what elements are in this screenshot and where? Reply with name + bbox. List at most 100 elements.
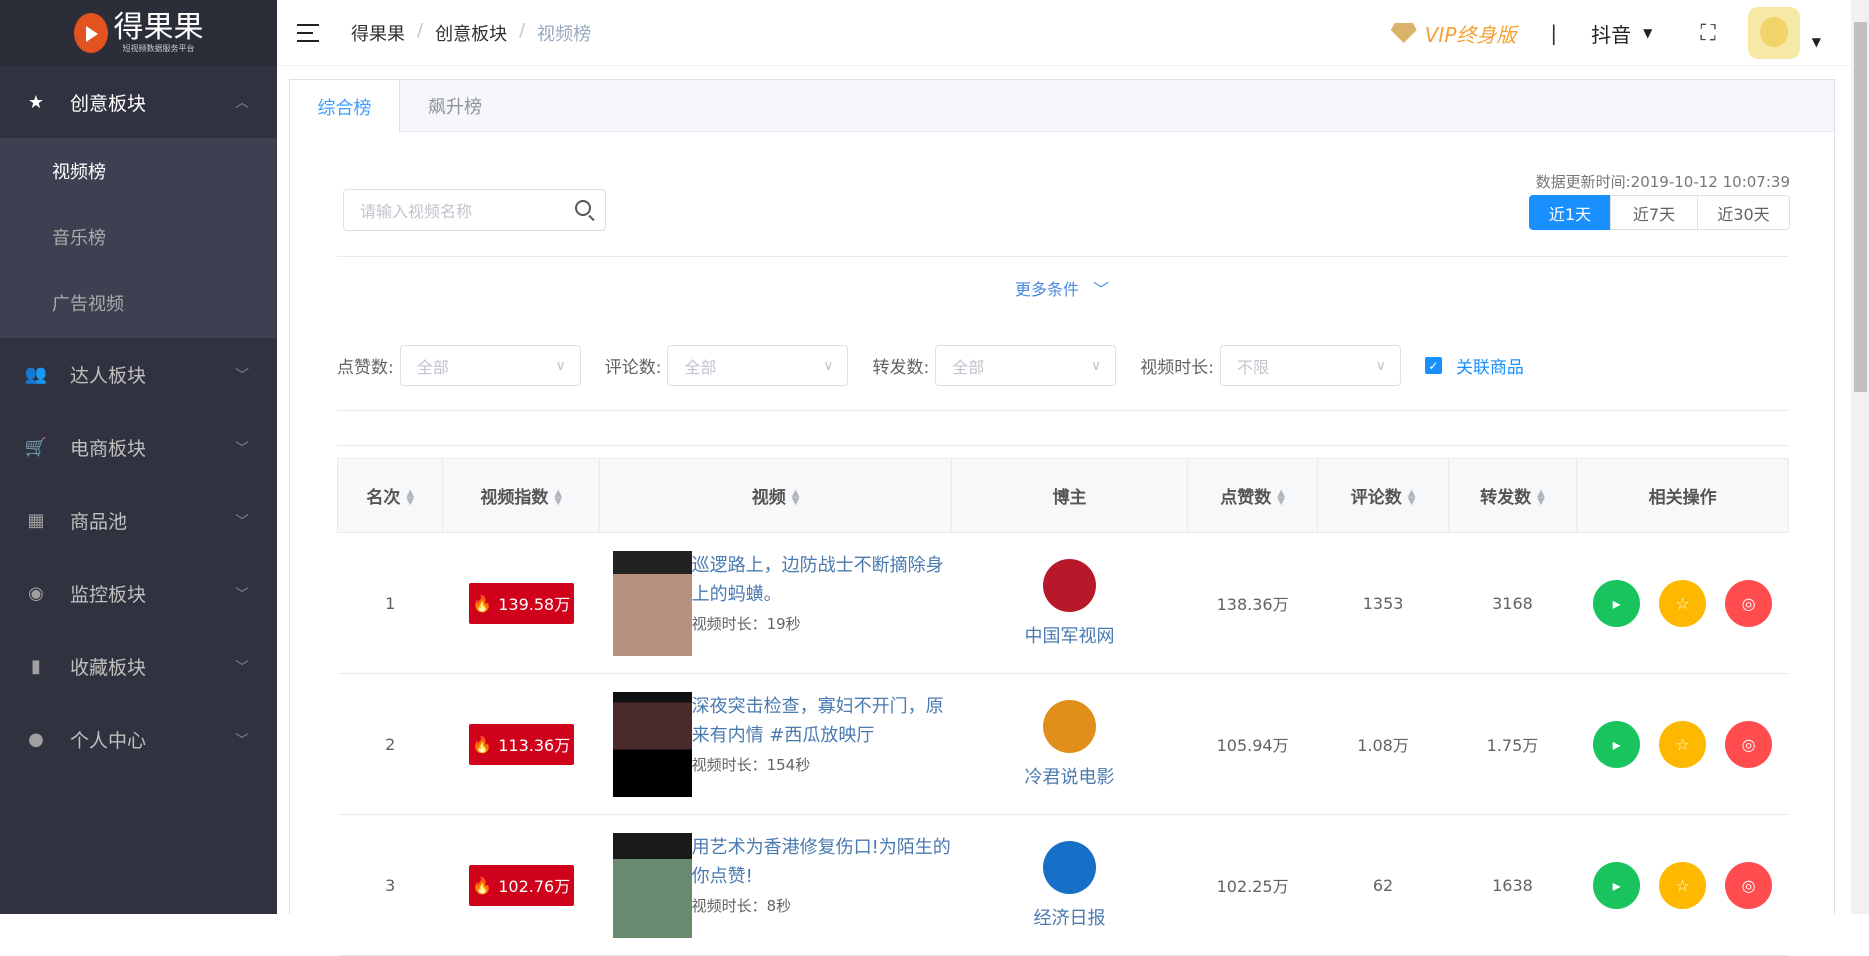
- table-row: 1 🔥 139.58万 巡逻路上，边防战士不断摘除身上的蚂蟥。 视频时长：19秒 中…: [337, 532, 1789, 674]
- logo[interactable]: 得果果 短视频数据服务平台: [0, 0, 277, 66]
- sidebar-group-profile[interactable]: ● 个人中心 ﹀: [0, 703, 277, 776]
- update-time: 数据更新时间:2019-10-12 10:07:39: [1535, 173, 1790, 191]
- video-title-link[interactable]: 用艺术为香港修复伤口!为陌生的你点赞!: [692, 833, 952, 891]
- related-goods-label[interactable]: 关联商品: [1456, 353, 1524, 378]
- range-1d-button[interactable]: 近1天: [1529, 195, 1611, 230]
- sidebar-group-favorites[interactable]: ▮ 收藏板块 ﹀: [0, 630, 277, 703]
- comments: 62: [1317, 814, 1449, 956]
- book-icon: ▮: [31, 656, 41, 677]
- col-likes[interactable]: 点赞数 ▲ ▼: [1186, 458, 1319, 533]
- star-icon: ☆: [1675, 875, 1690, 895]
- blogger-avatar[interactable]: [1042, 840, 1096, 894]
- rank: 3: [337, 814, 443, 956]
- shares: 1.75万: [1448, 673, 1577, 815]
- sort-icon: ▲ ▼: [1537, 488, 1545, 507]
- search-icon[interactable]: [575, 200, 591, 216]
- sidebar-group-creative[interactable]: ★ 创意板块 ︿: [0, 66, 277, 138]
- rank: 2: [337, 673, 443, 815]
- sort-icon: ▲ ▼: [791, 488, 800, 507]
- col-shares[interactable]: 转发数 ▲ ▼: [1447, 458, 1578, 533]
- sort-icon: ▲ ▼: [1277, 488, 1285, 507]
- col-index[interactable]: 视频指数 ▲ ▼: [442, 458, 601, 533]
- brand-tagline: 短视频数据服务平台: [122, 43, 195, 53]
- page-scrollbar[interactable]: [1851, 0, 1869, 914]
- menu-toggle-icon[interactable]: [297, 23, 319, 42]
- video-title-link[interactable]: 深夜突击检查，寡妇不开门，原来有内情 #西瓜放映厅: [692, 692, 952, 750]
- play-button[interactable]: ▸: [1593, 861, 1641, 909]
- col-comments[interactable]: 评论数 ▲ ▼: [1317, 458, 1449, 533]
- blogger-avatar[interactable]: [1042, 558, 1096, 612]
- video-search-input[interactable]: 请输入视频名称: [343, 189, 606, 231]
- shares-select[interactable]: 全部: [935, 345, 1117, 386]
- tab-rising[interactable]: 飙升榜: [400, 80, 510, 131]
- ranking-card: 综合榜 飙升榜 请输入视频名称 数据更新时间:2019-10-12 10:07:…: [289, 79, 1835, 956]
- breadcrumb: 得果果 / 创意板块 / 视频榜: [351, 19, 592, 46]
- duration-select[interactable]: 不限: [1219, 345, 1401, 386]
- filter-label: 转发数:: [872, 358, 930, 378]
- star-icon: ☆: [1675, 593, 1690, 613]
- video-index-badge: 🔥 113.36万: [468, 723, 574, 765]
- col-actions: 相关操作: [1576, 458, 1789, 533]
- related-goods-checkbox[interactable]: ✓: [1424, 357, 1442, 374]
- platform-select[interactable]: 抖音: [1591, 19, 1631, 48]
- video-title-link[interactable]: 巡逻路上，边防战士不断摘除身上的蚂蟥。: [692, 551, 952, 609]
- blogger-avatar[interactable]: [1042, 699, 1096, 753]
- grid-icon: ▦: [27, 510, 45, 531]
- view-button[interactable]: ◎: [1725, 861, 1773, 909]
- blogger-name-link[interactable]: 冷君说电影: [1024, 763, 1114, 789]
- fire-icon: 🔥: [472, 734, 493, 754]
- sidebar-item-music-rank[interactable]: 音乐榜: [0, 204, 277, 270]
- video-thumbnail[interactable]: [612, 691, 692, 797]
- view-button[interactable]: ◎: [1725, 579, 1773, 627]
- user-avatar[interactable]: [1747, 7, 1800, 59]
- sidebar-group-goods-pool[interactable]: ▦ 商品池 ﹀: [0, 484, 277, 557]
- comments-select[interactable]: 全部: [667, 345, 849, 386]
- chevron-down-icon: ﹀: [235, 586, 249, 603]
- blogger-name-link[interactable]: 中国军视网: [1024, 622, 1114, 648]
- scrollbar-thumb[interactable]: [1854, 22, 1867, 392]
- breadcrumb-creative[interactable]: 创意板块: [435, 20, 507, 46]
- video-duration: 视频时长：19秒: [691, 614, 801, 633]
- video-thumbnail[interactable]: [612, 832, 692, 938]
- more-conditions-toggle[interactable]: 更多条件 ﹀: [290, 276, 1834, 300]
- brand-name: 得果果: [113, 9, 204, 45]
- eye-icon: ◎: [1741, 734, 1756, 754]
- sidebar-group-ecommerce[interactable]: 🛒 电商板块 ﹀: [0, 411, 277, 484]
- favorite-button[interactable]: ☆: [1659, 579, 1707, 627]
- fire-icon: 🔥: [472, 875, 493, 895]
- fullscreen-icon[interactable]: ⛶: [1700, 21, 1715, 46]
- view-button[interactable]: ◎: [1725, 720, 1773, 768]
- shares: 3168: [1448, 532, 1577, 674]
- play-button[interactable]: ▸: [1593, 579, 1641, 627]
- favorite-button[interactable]: ☆: [1659, 720, 1707, 768]
- sidebar-group-monitor[interactable]: ◉ 监控板块 ﹀: [0, 557, 277, 630]
- sidebar-group-label: 创意板块: [70, 92, 147, 115]
- video-index: 139.58万: [498, 595, 571, 614]
- users-icon: 👥: [24, 364, 48, 385]
- avatar-caret-icon[interactable]: ▼: [1812, 35, 1821, 49]
- tab-overall[interactable]: 综合榜: [290, 80, 400, 133]
- sidebar-item-ad-video[interactable]: 广告视频: [0, 270, 277, 336]
- sidebar-item-video-rank[interactable]: 视频榜: [0, 138, 277, 204]
- range-7d-button[interactable]: 近7天: [1610, 195, 1698, 230]
- video-thumbnail[interactable]: [612, 550, 692, 656]
- col-rank[interactable]: 名次 ▲ ▼: [336, 458, 444, 533]
- filter-row: 点赞数:全部 评论数:全部 转发数:全部 视频时长:不限 ✓关联商品: [337, 345, 1524, 386]
- breadcrumb-home[interactable]: 得果果: [351, 20, 405, 46]
- caret-down-icon[interactable]: ▼: [1643, 26, 1652, 40]
- range-30d-button[interactable]: 近30天: [1697, 195, 1790, 230]
- chevron-up-icon: ︿: [235, 95, 249, 111]
- divider: [337, 445, 1789, 446]
- fire-icon: 🔥: [472, 593, 493, 613]
- video-rank-table: 名次 ▲ ▼ 视频指数 ▲ ▼ 视频 ▲ ▼ 博主 点赞数 ▲ ▼ 评论数 ▲ ▼ 转发数 ▲ ▼ 相关…: [336, 458, 1789, 956]
- favorite-button[interactable]: ☆: [1659, 861, 1707, 909]
- col-video[interactable]: 视频 ▲ ▼: [599, 458, 953, 533]
- blogger-name-link[interactable]: 经济日报: [1033, 904, 1105, 930]
- play-button[interactable]: ▸: [1593, 720, 1641, 768]
- sidebar-group-influencer[interactable]: 👥 达人板块 ﹀: [0, 338, 277, 411]
- divider: [337, 410, 1789, 411]
- filter-label: 评论数:: [604, 358, 662, 378]
- vip-badge[interactable]: VIP终身版: [1425, 19, 1517, 48]
- video-index: 113.36万: [498, 736, 571, 755]
- likes-select[interactable]: 全部: [399, 345, 581, 386]
